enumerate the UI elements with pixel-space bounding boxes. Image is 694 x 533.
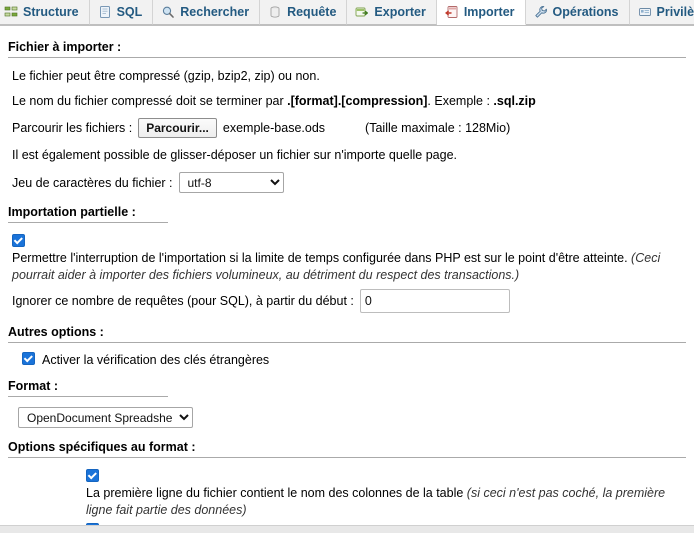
search-icon — [161, 5, 175, 19]
compression-example-token: .sql.zip — [493, 94, 536, 108]
tab-operations[interactable]: Opérations — [525, 0, 630, 25]
main-tab-bar: Structure SQL Rechercher Requête Exporte… — [0, 0, 694, 26]
import-form: Fichier à importer : Le fichier peut êtr… — [0, 26, 694, 533]
bottom-bar — [0, 525, 694, 533]
compression-note-1: Le fichier peut être compressé (gzip, bz… — [8, 63, 686, 88]
foreign-keys-row: Activer la vérification des clés étrangè… — [8, 348, 686, 371]
privileges-icon — [638, 5, 652, 19]
other-options-heading-text: Autres options : — [8, 325, 104, 339]
heading-rule — [8, 57, 686, 58]
dragdrop-note: Il est également possible de glisser-dép… — [8, 142, 686, 167]
tab-exporter-label: Exporter — [374, 4, 426, 19]
tab-importer[interactable]: Importer — [436, 0, 526, 25]
heading-rule — [8, 457, 686, 458]
compression-note-2-middle: . Exemple : — [427, 94, 494, 108]
compression-note-2: Le nom du fichier compressé doit se term… — [8, 88, 686, 113]
charset-row: Jeu de caractères du fichier : utf-8 — [8, 167, 686, 197]
max-file-size: (Taille maximale : 128Mio) — [365, 121, 511, 135]
tab-operations-label: Opérations — [552, 4, 619, 19]
foreign-keys-checkbox[interactable] — [22, 352, 35, 365]
dragdrop-note-text: Il est également possible de glisser-dép… — [12, 148, 457, 162]
browse-label: Parcourir les fichiers : — [12, 121, 133, 135]
allow-interrupt-checkbox-wrap — [8, 228, 686, 247]
tab-requete-label: Requête — [287, 4, 337, 19]
tab-sql[interactable]: SQL — [89, 0, 154, 25]
compression-format-token: .[format].[compression] — [287, 94, 428, 108]
heading-rule — [8, 342, 686, 343]
format-heading-text: Format : — [8, 379, 58, 393]
tab-privileges-label: Privilèges — [656, 4, 694, 19]
tab-privileges[interactable]: Privilèges — [629, 0, 694, 25]
tab-importer-label: Importer — [463, 4, 515, 19]
import-icon — [445, 5, 459, 19]
allow-interrupt-description: Permettre l'interruption de l'importatio… — [8, 247, 686, 284]
skip-queries-label: Ignorer ce nombre de requêtes (pour SQL)… — [12, 294, 354, 308]
format-select[interactable]: OpenDocument Spreadsheet — [18, 407, 193, 428]
compression-note-2-prefix: Le nom du fichier compressé doit se term… — [12, 94, 288, 108]
selected-filename: exemple-base.ods — [222, 121, 326, 135]
first-row-checkbox-wrap — [82, 463, 686, 482]
browse-button[interactable]: Parcourir... — [138, 118, 217, 138]
tab-rechercher[interactable]: Rechercher — [153, 0, 261, 25]
skip-queries-input[interactable] — [359, 289, 510, 313]
structure-icon — [4, 5, 18, 19]
file-section-heading-text: Fichier à importer : — [8, 40, 122, 54]
query-icon — [268, 5, 282, 19]
file-section-heading: Fichier à importer : — [8, 40, 686, 61]
file-browse-row: Parcourir les fichiers : Parcourir... ex… — [8, 113, 686, 142]
wrench-icon — [534, 5, 548, 19]
tab-rechercher-label: Rechercher — [180, 4, 250, 19]
partial-import-heading: Importation partielle : — [8, 205, 686, 226]
first-row-description: La première ligne du fichier contient le… — [82, 482, 686, 519]
format-select-row: OpenDocument Spreadsheet — [8, 402, 686, 432]
format-options-heading-text: Options spécifiques au format : — [8, 440, 196, 454]
skip-queries-row: Ignorer ce nombre de requêtes (pour SQL)… — [8, 284, 686, 317]
other-options-heading: Autres options : — [8, 325, 686, 346]
format-options-heading: Options spécifiques au format : — [8, 440, 686, 461]
format-heading: Format : — [8, 379, 686, 400]
charset-select[interactable]: utf-8 — [178, 172, 284, 193]
heading-rule — [8, 396, 168, 397]
partial-import-heading-text: Importation partielle : — [8, 205, 136, 219]
foreign-keys-label: Activer la vérification des clés étrangè… — [42, 353, 270, 367]
tab-exporter[interactable]: Exporter — [347, 0, 437, 25]
compression-note-1-text: Le fichier peut être compressé (gzip, bz… — [12, 69, 320, 83]
tab-sql-label: SQL — [116, 4, 143, 19]
tab-structure-label: Structure — [23, 4, 79, 19]
sql-icon — [98, 5, 112, 19]
allow-interrupt-checkbox[interactable] — [12, 234, 25, 247]
heading-rule — [8, 222, 168, 223]
tab-structure[interactable]: Structure — [0, 0, 90, 25]
first-row-names-checkbox[interactable] — [86, 469, 99, 482]
export-icon — [355, 5, 369, 19]
first-row-names-text: La première ligne du fichier contient le… — [86, 486, 467, 500]
tab-requete[interactable]: Requête — [260, 0, 348, 25]
allow-interrupt-text: Permettre l'interruption de l'importatio… — [12, 251, 632, 265]
charset-label: Jeu de caractères du fichier : — [12, 175, 173, 190]
